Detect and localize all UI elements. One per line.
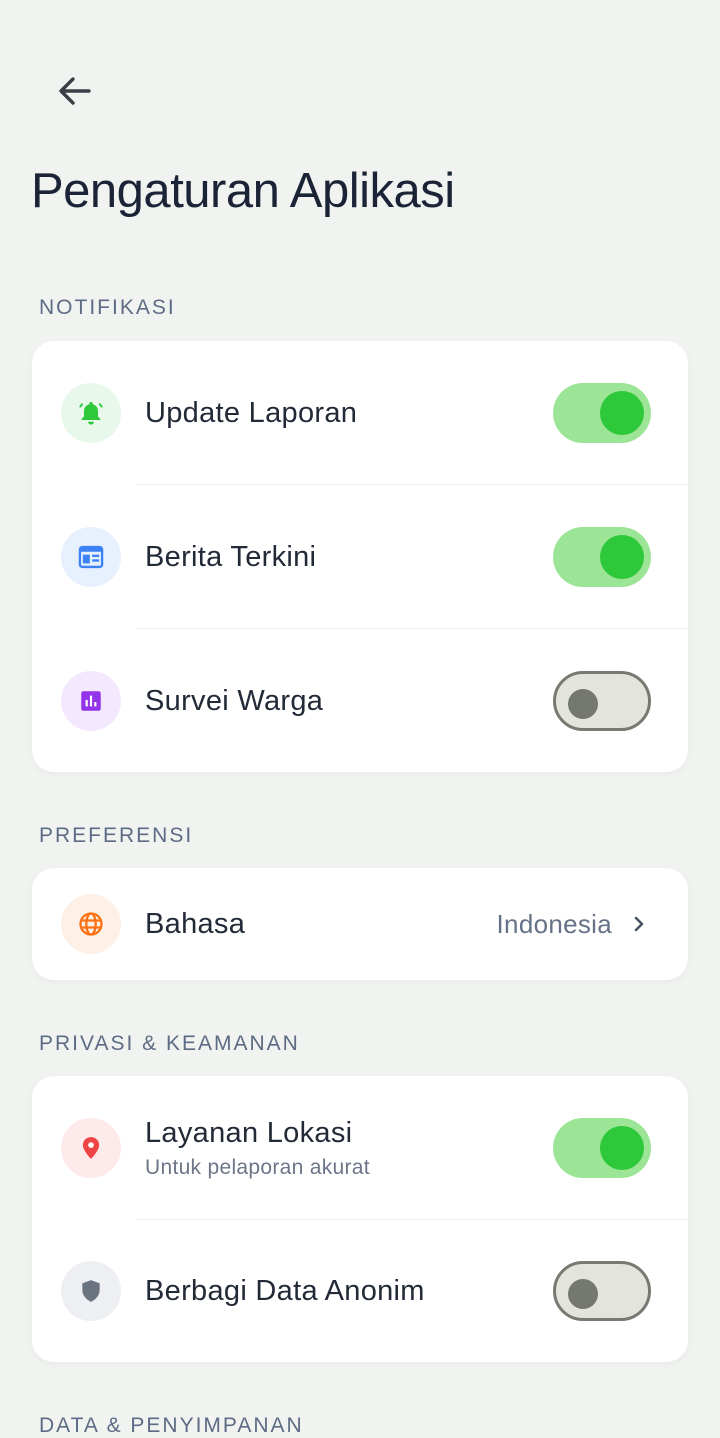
setting-label: Berbagi Data Anonim xyxy=(145,1274,425,1307)
setting-label: Bahasa xyxy=(145,907,246,940)
setting-sublabel: Untuk pelaporan akurat xyxy=(145,1155,370,1179)
setting-label: Update Laporan xyxy=(145,396,358,429)
toggle-knob xyxy=(568,689,598,719)
setting-row-survei-warga: Survei Warga xyxy=(32,629,688,773)
section-label-privasi: PRIVASI & KEAMANAN xyxy=(39,1032,300,1055)
toggle-survei-warga[interactable] xyxy=(553,671,651,731)
chevron-right-icon xyxy=(634,916,644,932)
setting-label: Berita Terkini xyxy=(145,540,317,573)
privacy-card: Layanan Lokasi Untuk pelaporan akurat Be… xyxy=(32,1076,688,1362)
toggle-knob xyxy=(568,1279,598,1309)
notifications-card: Update Laporan Berita Terkini Survei War… xyxy=(32,341,688,772)
language-value: Indonesia xyxy=(496,908,612,939)
bell-icon xyxy=(61,383,121,443)
back-button[interactable] xyxy=(52,68,98,114)
setting-row-berbagi-data: Berbagi Data Anonim xyxy=(32,1220,688,1362)
toggle-berbagi-data[interactable] xyxy=(553,1261,651,1321)
setting-row-layanan-lokasi: Layanan Lokasi Untuk pelaporan akurat xyxy=(32,1076,688,1220)
preferences-card: Bahasa Indonesia xyxy=(32,868,688,980)
poll-icon xyxy=(61,671,121,731)
page-title: Pengaturan Aplikasi xyxy=(31,164,455,218)
shield-icon xyxy=(61,1261,121,1321)
setting-row-bahasa[interactable]: Bahasa Indonesia xyxy=(32,868,688,980)
toggle-layanan-lokasi[interactable] xyxy=(553,1118,651,1178)
toggle-knob xyxy=(600,1126,644,1170)
toggle-knob xyxy=(600,535,644,579)
arrow-left-icon xyxy=(59,77,91,105)
location-pin-icon xyxy=(61,1118,121,1178)
setting-label: Layanan Lokasi xyxy=(145,1116,353,1149)
globe-icon xyxy=(61,894,121,954)
setting-row-update-laporan: Update Laporan xyxy=(32,341,688,485)
toggle-update-laporan[interactable] xyxy=(553,383,651,443)
section-label-notifikasi: NOTIFIKASI xyxy=(39,296,176,319)
setting-label: Survei Warga xyxy=(145,684,324,717)
section-label-data: DATA & PENYIMPANAN xyxy=(39,1414,304,1437)
section-label-preferensi: PREFERENSI xyxy=(39,824,194,847)
toggle-knob xyxy=(600,391,644,435)
toggle-berita-terkini[interactable] xyxy=(553,527,651,587)
newspaper-icon xyxy=(61,527,121,587)
setting-row-berita-terkini: Berita Terkini xyxy=(32,485,688,629)
